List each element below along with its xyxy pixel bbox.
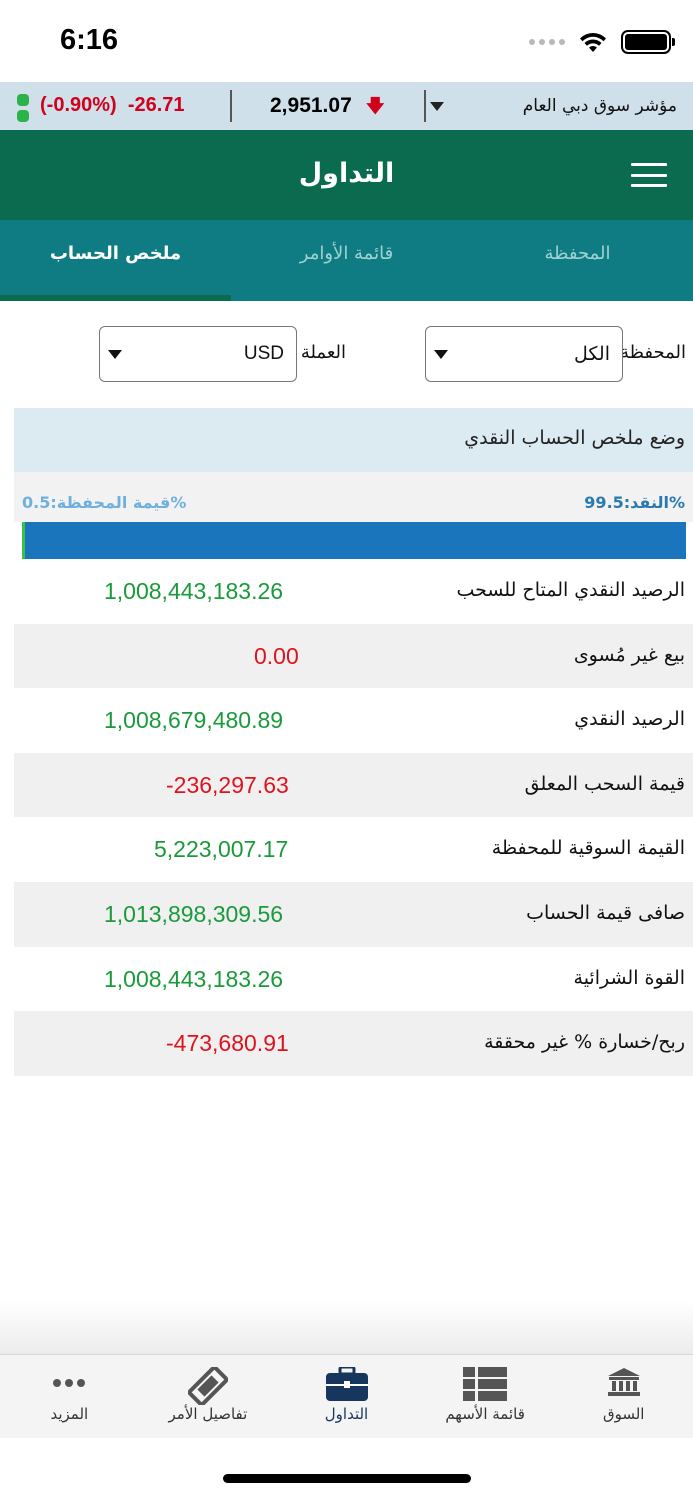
section-title: وضع ملخص الحساب النقدي <box>464 427 685 449</box>
more-icon <box>53 1379 86 1387</box>
ticker-index-name: مؤشر سوق دبي العام <box>522 96 677 116</box>
nav-label: السوق <box>602 1405 645 1423</box>
tab-account-summary[interactable]: ملخص الحساب <box>0 220 231 301</box>
row-label: ربح/خسارة % غير محققة <box>484 1031 685 1054</box>
row-value: -236,297.63 <box>166 771 289 798</box>
row-label: الرصيد النقدي <box>574 708 685 731</box>
row-value: 0.00 <box>254 642 299 669</box>
tab-bar: المحفظة قائمة الأوامر ملخص الحساب <box>0 220 693 301</box>
app-header: التداول <box>0 130 693 220</box>
divider <box>230 90 232 122</box>
bank-icon <box>607 1368 640 1396</box>
row-label: صافى قيمة الحساب <box>526 901 685 924</box>
table-row: الرصيد النقدي المتاح للسحب 1,008,443,183… <box>14 559 693 624</box>
portfolio-filter-label: المحفظة <box>619 342 686 363</box>
table-row: القيمة السوقية للمحفظة 5,223,007.17 <box>14 817 693 882</box>
chevron-down-icon <box>434 350 448 359</box>
allocation-ratio: النقد:99.5% قيمة المحفظة:0.5% <box>14 472 693 522</box>
portfolio-select[interactable]: الكل <box>425 326 623 382</box>
ticket-icon <box>187 1367 228 1405</box>
table-row: صافى قيمة الحساب 1,013,898,309.56 <box>14 881 693 947</box>
briefcase-icon <box>325 1367 368 1401</box>
wifi-icon <box>580 32 606 52</box>
market-ticker[interactable]: (-0.90%) -26.71 2,951.07 🡇 مؤشر سوق دبي … <box>0 82 693 130</box>
tab-order-list[interactable]: قائمة الأوامر <box>231 220 462 301</box>
status-icons <box>529 30 675 54</box>
ticker-change-value: -26.71 <box>127 94 185 116</box>
table-row: القوة الشرائية 1,008,443,183.26 <box>14 947 693 1012</box>
cash-percentage: النقد:99.5% <box>584 493 685 512</box>
currency-select-value: USD <box>243 343 284 364</box>
ticker-index-value: 2,951.07 <box>270 94 352 117</box>
currency-select[interactable]: USD <box>99 326 297 382</box>
nav-item-stock-list[interactable]: قائمة الأسهم <box>416 1355 555 1438</box>
nav-label: المزيد <box>50 1405 89 1423</box>
table-row: بيع غير مُسوى 0.00 <box>14 623 693 689</box>
arrow-down-icon: 🡇 <box>366 96 385 117</box>
row-value: 1,008,443,183.26 <box>104 965 284 992</box>
row-label: قيمة السحب المعلق <box>524 772 685 795</box>
home-indicator[interactable] <box>223 1474 471 1483</box>
nav-item-market[interactable]: السوق <box>554 1355 693 1438</box>
allocation-bar <box>22 522 686 559</box>
row-value: 1,008,679,480.89 <box>104 707 284 734</box>
row-value: 5,223,007.17 <box>154 836 289 863</box>
content-shadow <box>0 1300 693 1354</box>
signal-icon <box>529 39 565 45</box>
row-label: بيع غير مُسوى <box>573 643 685 666</box>
row-value: 1,008,443,183.26 <box>104 578 284 604</box>
battery-icon <box>621 30 675 54</box>
nav-label: قائمة الأسهم <box>445 1405 525 1423</box>
row-label: الرصيد النقدي المتاح للسحب <box>456 579 685 601</box>
bottom-nav: السوق قائمة الأسهم التداول تفاصيل الأمر <box>0 1354 693 1438</box>
list-icon <box>463 1367 508 1401</box>
market-status-icon <box>17 94 29 122</box>
row-value: 1,013,898,309.56 <box>104 900 284 927</box>
row-value: -473,680.91 <box>166 1030 289 1057</box>
table-row: الرصيد النقدي 1,008,679,480.89 <box>14 688 693 753</box>
chevron-down-icon[interactable] <box>430 102 444 111</box>
portfolio-select-value: الكل <box>574 344 610 365</box>
divider <box>424 90 426 122</box>
status-time: 6:16 <box>60 24 119 56</box>
table-row: ربح/خسارة % غير محققة -473,680.91 <box>14 1011 693 1076</box>
nav-item-trading[interactable]: التداول <box>277 1355 416 1438</box>
row-label: القيمة السوقية للمحفظة <box>491 837 685 860</box>
table-row: قيمة السحب المعلق -236,297.63 <box>14 752 693 818</box>
cash-summary-heading: وضع ملخص الحساب النقدي <box>14 408 693 472</box>
nav-label: التداول <box>324 1405 369 1423</box>
tab-portfolio[interactable]: المحفظة <box>462 220 693 301</box>
page-title: التداول <box>298 158 395 189</box>
summary-table: الرصيد النقدي المتاح للسحب 1,008,443,183… <box>14 559 693 1076</box>
ticker-change-pct: (-0.90%) <box>40 94 117 116</box>
portfolio-fill <box>22 522 25 559</box>
status-bar: 6:16 <box>0 0 693 82</box>
ticker-change: (-0.90%) -26.71 <box>40 94 185 117</box>
chevron-down-icon <box>108 350 122 359</box>
row-label: القوة الشرائية <box>573 966 685 989</box>
nav-label: تفاصيل الأمر <box>168 1405 248 1423</box>
nav-item-more[interactable]: المزيد <box>0 1355 139 1438</box>
nav-item-order-details[interactable]: تفاصيل الأمر <box>139 1355 278 1438</box>
currency-filter-label: العملة <box>300 342 346 363</box>
portfolio-percentage: قيمة المحفظة:0.5% <box>22 493 187 512</box>
